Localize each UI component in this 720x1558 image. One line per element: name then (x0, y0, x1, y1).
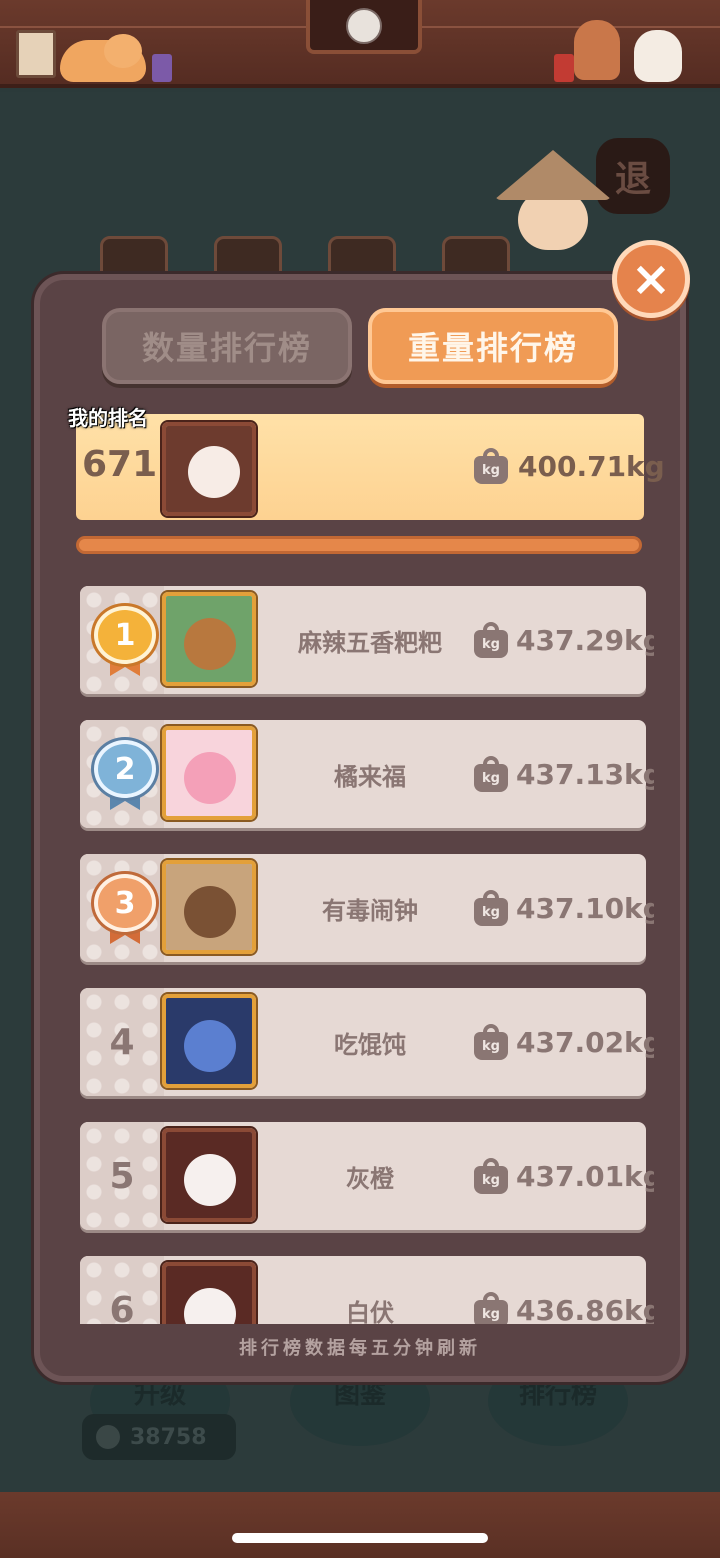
player-name: 有毒闹钟 (322, 896, 418, 925)
silver-medal-icon: 2 (94, 740, 156, 812)
player-avatar[interactable] (162, 1262, 256, 1324)
shelf-frame-decoration (306, 0, 422, 54)
divider-bar (76, 536, 642, 554)
rank-number: 4 (109, 1021, 135, 1063)
player-name: 麻辣五香粑粑 (298, 628, 442, 657)
leaderboard-row[interactable]: 2 橘来福 kg 437.13kg (80, 720, 654, 828)
weight-icon: kg (474, 890, 508, 926)
player-avatar[interactable] (162, 994, 256, 1088)
leaderboard-row[interactable]: 3 有毒闹钟 kg 437.10kg (80, 854, 654, 962)
farmer-character (480, 150, 620, 280)
player-avatar[interactable] (162, 726, 256, 820)
leaderboard-row[interactable]: 4 吃馄饨 kg 437.02kg (80, 988, 654, 1096)
bronze-medal-icon: 3 (94, 874, 156, 946)
white-cat-decoration (634, 30, 682, 82)
refresh-note: 排行榜数据每五分钟刷新 (239, 1338, 481, 1359)
rank-number: 5 (109, 1155, 135, 1197)
player-weight: 436.86kg (516, 1293, 654, 1325)
close-icon[interactable]: × (612, 240, 690, 318)
weight-icon: kg (474, 622, 508, 658)
coin-counter: 38758 (82, 1414, 236, 1460)
my-avatar[interactable] (162, 422, 256, 516)
weight-icon: kg (474, 756, 508, 792)
player-weight: 437.01kg (516, 1159, 654, 1193)
player-avatar[interactable] (162, 1128, 256, 1222)
girl-figure-decoration (574, 20, 620, 80)
coin-amount: 38758 (130, 1424, 207, 1450)
player-weight: 437.02kg (516, 1025, 654, 1059)
leaderboard-row[interactable]: 1 麻辣五香粑粑 kg 437.29kg (80, 586, 654, 694)
player-name: 白伏 (346, 1298, 394, 1325)
orange-cat-decoration (60, 34, 146, 82)
weight-icon: kg (474, 1292, 508, 1324)
player-weight: 437.10kg (516, 891, 654, 925)
player-avatar[interactable] (162, 592, 256, 686)
weight-icon: kg (474, 1158, 508, 1194)
red-spool-decoration (554, 54, 574, 82)
leaderboard-row[interactable]: 6 白伏 kg 436.86kg (80, 1256, 654, 1325)
weight-icon: kg (474, 1024, 508, 1060)
player-name: 吃馄饨 (334, 1030, 406, 1059)
my-weight-value: 400.71kg (518, 450, 665, 483)
player-name: 橘来福 (334, 762, 406, 791)
leaderboard-row[interactable]: 5 灰橙 kg 437.01kg (80, 1122, 654, 1230)
weight-icon: kg (474, 448, 508, 484)
purple-spool-decoration (152, 54, 172, 82)
player-name: 灰橙 (346, 1164, 394, 1193)
rank-number: 6 (109, 1289, 135, 1325)
gold-medal-icon: 1 (94, 606, 156, 678)
top-shelf (0, 0, 720, 88)
wood-floor (0, 1492, 720, 1558)
tab-count-leaderboard[interactable]: 数量排行榜 (102, 308, 352, 384)
player-weight: 437.13kg (516, 757, 654, 791)
coin-icon (96, 1425, 120, 1449)
player-avatar[interactable] (162, 860, 256, 954)
leaderboard-list[interactable]: 1 麻辣五香粑粑 kg 437.29kg 2 橘来福 kg 437.13kg 3 (74, 572, 654, 1324)
home-indicator[interactable] (232, 1533, 488, 1543)
player-weight: 437.29kg (516, 623, 654, 657)
my-rank-title: 我的排名 (68, 406, 148, 430)
tab-weight-leaderboard[interactable]: 重量排行榜 (368, 308, 618, 384)
wall-hanger-decoration (16, 30, 56, 78)
